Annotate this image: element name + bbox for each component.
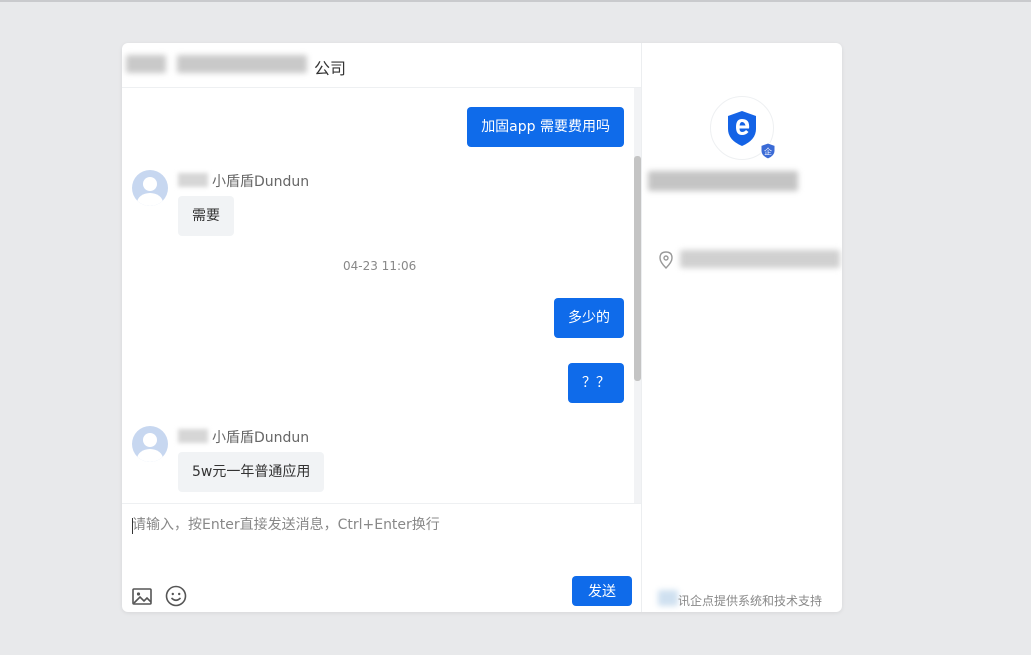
avatar <box>132 426 168 462</box>
blurred-footer-logo <box>658 590 678 606</box>
outgoing-message: 加固app 需要费用吗 <box>467 107 624 147</box>
incoming-message: 需要 <box>178 196 234 236</box>
blurred-company-name <box>126 55 166 73</box>
message-timestamp: 04-23 11:06 <box>343 259 417 273</box>
blurred-company-name <box>177 55 307 73</box>
sender-name: 小盾盾Dundun <box>212 174 310 190</box>
location-pin-icon <box>659 251 673 269</box>
chat-title: 公司 <box>314 59 347 78</box>
svg-text:企: 企 <box>764 147 772 157</box>
blurred-sender-prefix <box>178 429 208 443</box>
scrollbar-thumb[interactable] <box>634 156 641 381</box>
text-caret <box>132 518 133 534</box>
top-border <box>0 0 1031 2</box>
message-composer: 发送 <box>122 503 641 612</box>
chat-window: 公司 加固app 需要费用吗 小盾盾Dundun 需要 04-23 11:06 … <box>122 43 842 612</box>
image-icon[interactable] <box>131 585 153 607</box>
blurred-company-name <box>648 171 798 191</box>
outgoing-message: ？？ <box>568 363 624 403</box>
message-list[interactable]: 加固app 需要费用吗 小盾盾Dundun 需要 04-23 11:06 多少的… <box>122 88 641 503</box>
avatar <box>132 170 168 206</box>
company-info-panel: 企 讯企点提供系统和技术支持 <box>642 43 842 612</box>
emoji-icon[interactable] <box>165 585 187 607</box>
blurred-sender-prefix <box>178 173 208 187</box>
sender-name: 小盾盾Dundun <box>212 430 310 446</box>
incoming-message: 5w元一年普通应用 <box>178 452 325 492</box>
message-input[interactable] <box>132 514 627 554</box>
footer-note: 讯企点提供系统和技术支持 <box>678 594 823 608</box>
enterprise-badge-icon: 企 <box>760 142 776 160</box>
chat-panel: 公司 加固app 需要费用吗 小盾盾Dundun 需要 04-23 11:06 … <box>122 43 641 612</box>
blurred-address <box>680 250 840 268</box>
send-button[interactable]: 发送 <box>572 576 632 606</box>
chat-header: 公司 <box>122 43 641 88</box>
outgoing-message: 多少的 <box>554 298 624 338</box>
